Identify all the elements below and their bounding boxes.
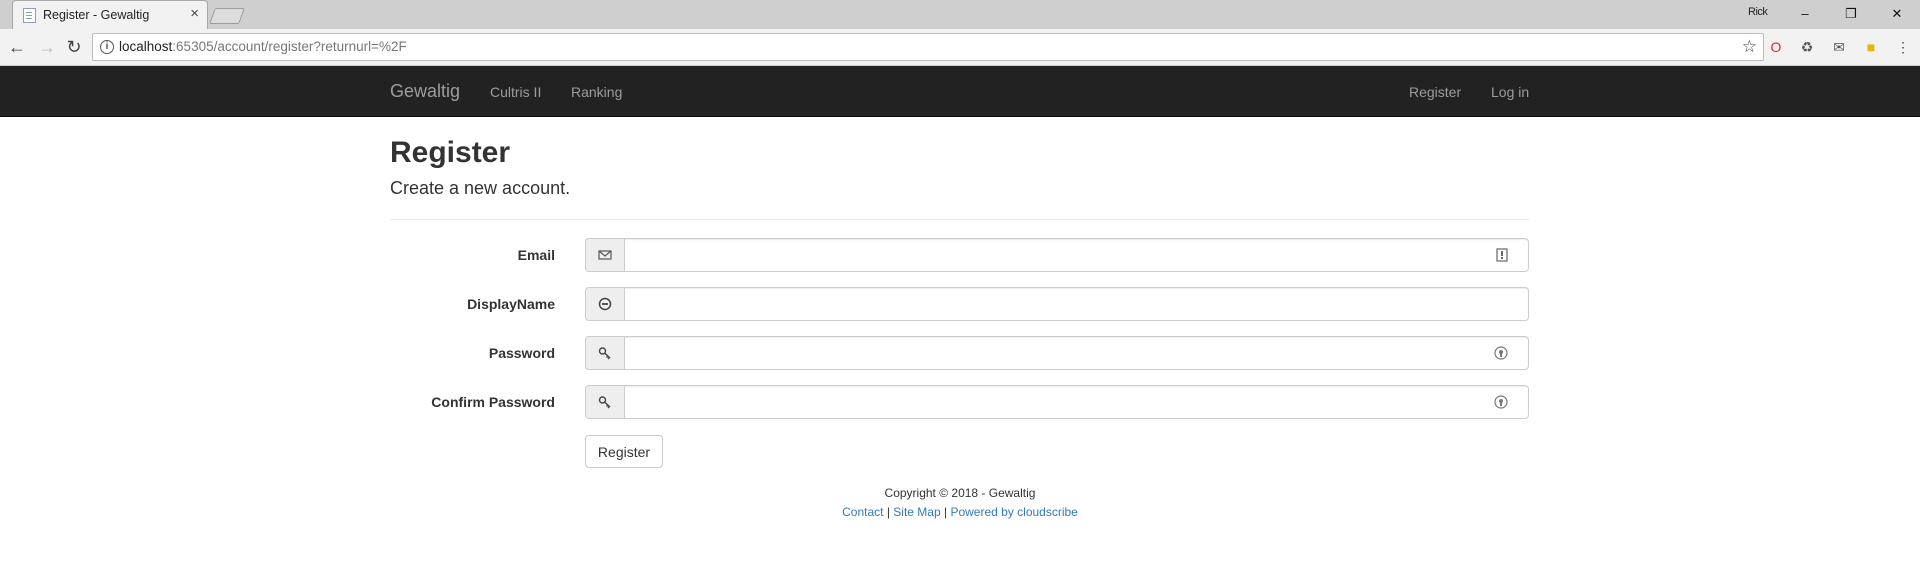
- reload-icon[interactable]: ↻: [63, 36, 85, 58]
- confirm-password-input-group: [585, 385, 1529, 419]
- key-icon: [586, 386, 625, 418]
- opera-extension-icon[interactable]: O: [1767, 38, 1785, 56]
- profile-name[interactable]: Rick: [1748, 6, 1768, 18]
- email-label: Email: [517, 247, 555, 263]
- recycle-extension-icon[interactable]: ♻: [1798, 38, 1816, 56]
- displayname-field[interactable]: [626, 288, 1528, 320]
- footer-separator: |: [883, 505, 894, 519]
- forward-icon[interactable]: →: [36, 36, 58, 58]
- copyright-text: Copyright © 2018 - Gewaltig: [884, 486, 1036, 500]
- key-icon: [586, 337, 625, 369]
- restore-button[interactable]: ❐: [1828, 2, 1874, 26]
- user-circle-icon: [586, 288, 625, 320]
- envelope-icon: [586, 239, 625, 271]
- footer-link-cloudscribe[interactable]: Powered by cloudscribe: [950, 505, 1077, 519]
- divider: [390, 219, 1530, 220]
- autofill-icon[interactable]: [1496, 248, 1508, 267]
- brand-link[interactable]: Gewaltig: [390, 81, 460, 102]
- back-icon[interactable]: ←: [6, 36, 28, 58]
- nav-link-cultris[interactable]: Cultris II: [490, 84, 541, 100]
- url-path: :65305/account/register?returnurl=%2F: [172, 39, 407, 54]
- confirm-password-field[interactable]: [626, 386, 1528, 418]
- page-favicon-icon: [23, 8, 36, 23]
- displayname-label: DisplayName: [467, 296, 555, 312]
- menu-icon[interactable]: ⋮: [1894, 38, 1912, 56]
- password-field[interactable]: [626, 337, 1528, 369]
- page-title: Register: [390, 136, 511, 169]
- password-label: Password: [488, 345, 555, 361]
- nav-link-ranking[interactable]: Ranking: [571, 84, 622, 100]
- email-input-group: [585, 238, 1529, 272]
- register-button[interactable]: Register: [585, 435, 663, 468]
- footer-link-sitemap[interactable]: Site Map: [893, 505, 940, 519]
- nav-link-register[interactable]: Register: [1409, 84, 1461, 100]
- displayname-input-group: [585, 287, 1529, 321]
- site-info-icon[interactable]: i: [100, 40, 114, 54]
- footer-links: Contact | Site Map | Powered by cloudscr…: [0, 505, 1920, 519]
- close-window-button[interactable]: ✕: [1874, 2, 1920, 26]
- mail-extension-icon[interactable]: ✉: [1830, 38, 1848, 56]
- confirm-password-label: Confirm Password: [431, 394, 555, 410]
- url-host: localhost: [119, 39, 173, 54]
- password-manager-icon[interactable]: [1494, 346, 1508, 365]
- tab-close-icon[interactable]: ×: [190, 6, 199, 22]
- password-input-group: [585, 336, 1529, 370]
- minimize-button[interactable]: –: [1782, 2, 1828, 26]
- site-navbar: Gewaltig Cultris II Ranking Register Log…: [0, 66, 1920, 117]
- page-subtitle: Create a new account.: [390, 178, 571, 198]
- browser-tabstrip: Register - Gewaltig × Rick – ❐ ✕: [0, 0, 1920, 29]
- address-bar[interactable]: i localhost:65305/account/register?retur…: [92, 33, 1764, 61]
- bookmark-star-icon[interactable]: ☆: [1742, 37, 1757, 57]
- password-manager-icon[interactable]: [1494, 395, 1508, 414]
- browser-toolbar: ← → ↻ i localhost:65305/account/register…: [0, 29, 1920, 66]
- footer-separator: |: [940, 505, 951, 519]
- url-text[interactable]: localhost:65305/account/register?returnu…: [119, 39, 407, 54]
- notes-extension-icon[interactable]: ■: [1862, 38, 1880, 56]
- browser-tab[interactable]: Register - Gewaltig ×: [12, 0, 208, 29]
- nav-link-login[interactable]: Log in: [1491, 84, 1529, 100]
- tab-title: Register - Gewaltig: [43, 8, 150, 22]
- footer-link-contact[interactable]: Contact: [842, 505, 883, 519]
- email-field[interactable]: [626, 239, 1528, 271]
- new-tab-button[interactable]: [209, 8, 245, 24]
